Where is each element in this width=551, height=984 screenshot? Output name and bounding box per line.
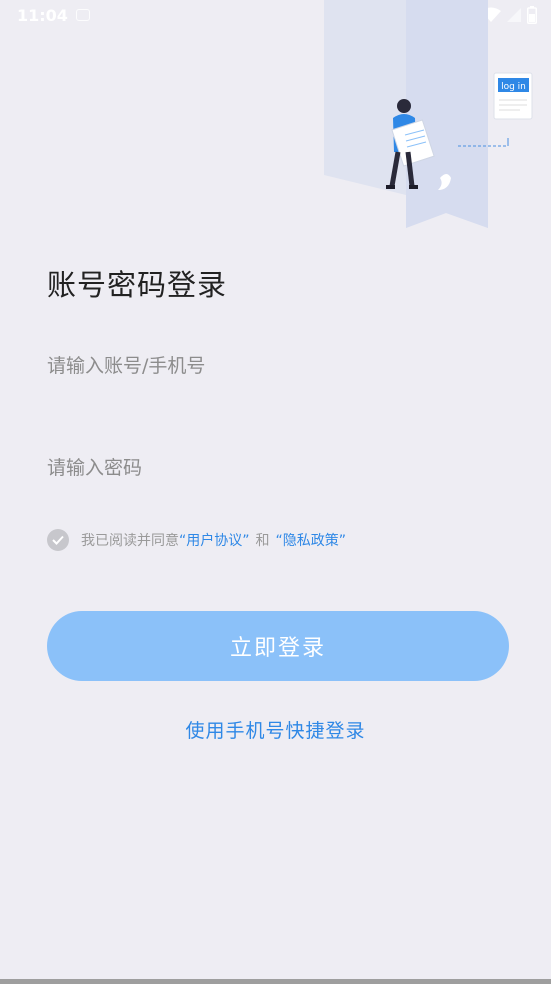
status-time: 11:04 [17, 6, 68, 25]
password-field [47, 446, 507, 490]
agreement-checkbox[interactable] [47, 529, 69, 551]
log-in-badge: log in [501, 82, 526, 92]
login-illustration: log in [320, 0, 551, 240]
account-input[interactable] [47, 344, 507, 388]
agreement-conjunction: 和 [255, 533, 270, 549]
user-agreement-link[interactable]: “用户协议” [179, 530, 250, 550]
account-field [47, 344, 507, 388]
page-title: 账号密码登录 [47, 268, 228, 302]
privacy-policy-link[interactable]: “隐私政策” [276, 530, 347, 550]
password-input[interactable] [47, 446, 507, 490]
phone-quick-login-link[interactable]: 使用手机号快捷登录 [0, 716, 551, 743]
agreement-row: 我已阅读并同意 “用户协议” 和 “隐私政策” [47, 529, 346, 551]
login-button[interactable]: 立即登录 [47, 611, 509, 681]
agreement-prefix: 我已阅读并同意 [81, 533, 179, 549]
notification-icon [76, 9, 90, 21]
bottom-navigation-bar [0, 979, 551, 984]
check-icon [52, 535, 64, 545]
